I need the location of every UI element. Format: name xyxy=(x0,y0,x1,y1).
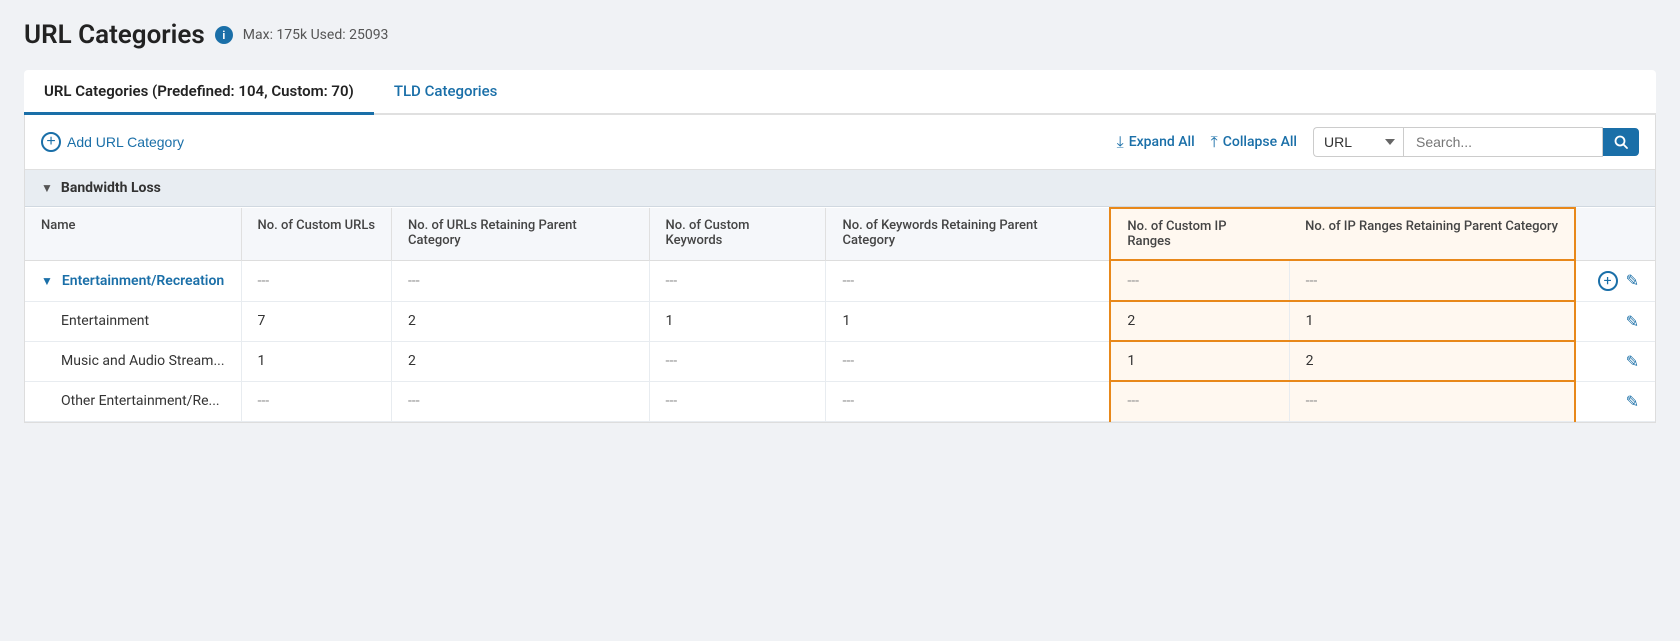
cell-custom-urls: 7 xyxy=(241,301,392,341)
collapse-all-button[interactable]: ⤒ Collapse All xyxy=(1211,132,1297,152)
col-name: Name xyxy=(25,208,241,260)
col-urls-retaining: No. of URLs Retaining Parent Category xyxy=(392,208,649,260)
page-title: URL Categories xyxy=(24,20,205,50)
info-icon[interactable]: i xyxy=(215,26,233,44)
collapse-label: Collapse All xyxy=(1223,134,1297,150)
add-row-button[interactable]: + xyxy=(1598,271,1618,291)
cell-custom-ip-ranges: --- xyxy=(1110,381,1289,421)
col-custom-urls: No. of Custom URLs xyxy=(241,208,392,260)
cell-name: ▼ Entertainment/Recreation xyxy=(25,260,241,301)
edit-row-button[interactable]: ✎ xyxy=(1626,392,1639,411)
section-label: Bandwidth Loss xyxy=(61,180,161,196)
cell-keywords-retaining: --- xyxy=(826,381,1110,421)
cell-custom-urls: --- xyxy=(241,260,392,301)
page-header: URL Categories i Max: 175k Used: 25093 xyxy=(24,20,1656,50)
table-row: Entertainment 7 2 1 1 2 1 ✎ xyxy=(25,301,1655,341)
cell-ip-ranges-retaining: 1 xyxy=(1289,301,1575,341)
section-chevron-icon: ▼ xyxy=(41,181,53,195)
add-url-category-button[interactable]: + Add URL Category xyxy=(41,132,184,152)
col-actions xyxy=(1575,208,1655,260)
toolbar: + Add URL Category ⤓ Expand All ⤒ Collap… xyxy=(25,115,1655,170)
col-ip-ranges-retaining: No. of IP Ranges Retaining Parent Catego… xyxy=(1289,208,1575,260)
page-container: URL Categories i Max: 175k Used: 25093 U… xyxy=(0,0,1680,641)
cell-actions: ✎ xyxy=(1575,341,1655,381)
table-row: Music and Audio Stream... 1 2 --- --- 1 … xyxy=(25,341,1655,381)
cell-name: Music and Audio Stream... xyxy=(25,341,241,381)
cell-ip-ranges-retaining: 2 xyxy=(1289,341,1575,381)
cell-actions: ✎ xyxy=(1575,301,1655,341)
plus-circle-icon: + xyxy=(41,132,61,152)
action-icons: ✎ xyxy=(1592,392,1639,411)
col-custom-keywords: No. of Custom Keywords xyxy=(649,208,826,260)
cell-custom-ip-ranges: 1 xyxy=(1110,341,1289,381)
search-dropdown[interactable]: URL Name Keyword xyxy=(1313,127,1403,157)
edit-row-button[interactable]: ✎ xyxy=(1626,352,1639,371)
table-row: ▼ Entertainment/Recreation --- --- --- -… xyxy=(25,260,1655,301)
cell-name: Entertainment xyxy=(25,301,241,341)
col-keywords-retaining: No. of Keywords Retaining Parent Categor… xyxy=(826,208,1110,260)
toolbar-right: ⤓ Expand All ⤒ Collapse All URL Name Key… xyxy=(1117,127,1639,157)
edit-row-button[interactable]: ✎ xyxy=(1626,271,1639,290)
cell-custom-ip-ranges: 2 xyxy=(1110,301,1289,341)
cell-keywords-retaining: --- xyxy=(826,260,1110,301)
search-group: URL Name Keyword xyxy=(1313,127,1639,157)
search-button[interactable] xyxy=(1603,128,1639,156)
expand-label: Expand All xyxy=(1129,134,1195,150)
add-label: Add URL Category xyxy=(67,134,184,150)
cell-ip-ranges-retaining: --- xyxy=(1289,381,1575,421)
expand-chevron-icon: ⤓ xyxy=(1117,132,1124,152)
tab-tld-categories[interactable]: TLD Categories xyxy=(374,70,518,115)
action-icons: ✎ xyxy=(1592,352,1639,371)
section-header: ▼ Bandwidth Loss xyxy=(25,170,1655,207)
tab-url-categories[interactable]: URL Categories (Predefined: 104, Custom:… xyxy=(24,70,374,115)
cell-custom-keywords: --- xyxy=(649,260,826,301)
edit-row-button[interactable]: ✎ xyxy=(1626,312,1639,331)
cell-custom-urls: --- xyxy=(241,381,392,421)
cell-urls-retaining: 2 xyxy=(392,341,649,381)
expand-all-button[interactable]: ⤓ Expand All xyxy=(1117,132,1195,152)
cell-urls-retaining: --- xyxy=(392,260,649,301)
search-input[interactable] xyxy=(1403,127,1603,157)
main-table: Name No. of Custom URLs No. of URLs Reta… xyxy=(25,207,1655,422)
action-icons: ✎ xyxy=(1592,312,1639,331)
table-row: Other Entertainment/Re... --- --- --- --… xyxy=(25,381,1655,421)
cell-keywords-retaining: 1 xyxy=(826,301,1110,341)
cell-ip-ranges-retaining: --- xyxy=(1289,260,1575,301)
cell-custom-keywords: --- xyxy=(649,381,826,421)
content-area: + Add URL Category ⤓ Expand All ⤒ Collap… xyxy=(24,115,1656,423)
col-custom-ip-ranges: No. of Custom IP Ranges xyxy=(1110,208,1289,260)
collapse-chevron-icon: ⤒ xyxy=(1211,132,1218,152)
table-header-row: Name No. of Custom URLs No. of URLs Reta… xyxy=(25,208,1655,260)
row-chevron-icon: ▼ xyxy=(41,274,56,288)
cell-custom-keywords: --- xyxy=(649,341,826,381)
cell-actions: + ✎ xyxy=(1575,260,1655,301)
cell-actions: ✎ xyxy=(1575,381,1655,421)
cell-custom-ip-ranges: --- xyxy=(1110,260,1289,301)
cell-urls-retaining: --- xyxy=(392,381,649,421)
action-icons: + ✎ xyxy=(1592,271,1639,291)
search-icon xyxy=(1614,135,1628,149)
cell-custom-keywords: 1 xyxy=(649,301,826,341)
page-subtitle: Max: 175k Used: 25093 xyxy=(243,27,389,43)
cell-name: Other Entertainment/Re... xyxy=(25,381,241,421)
cell-urls-retaining: 2 xyxy=(392,301,649,341)
cell-keywords-retaining: --- xyxy=(826,341,1110,381)
tabs-container: URL Categories (Predefined: 104, Custom:… xyxy=(24,70,1656,115)
cell-custom-urls: 1 xyxy=(241,341,392,381)
